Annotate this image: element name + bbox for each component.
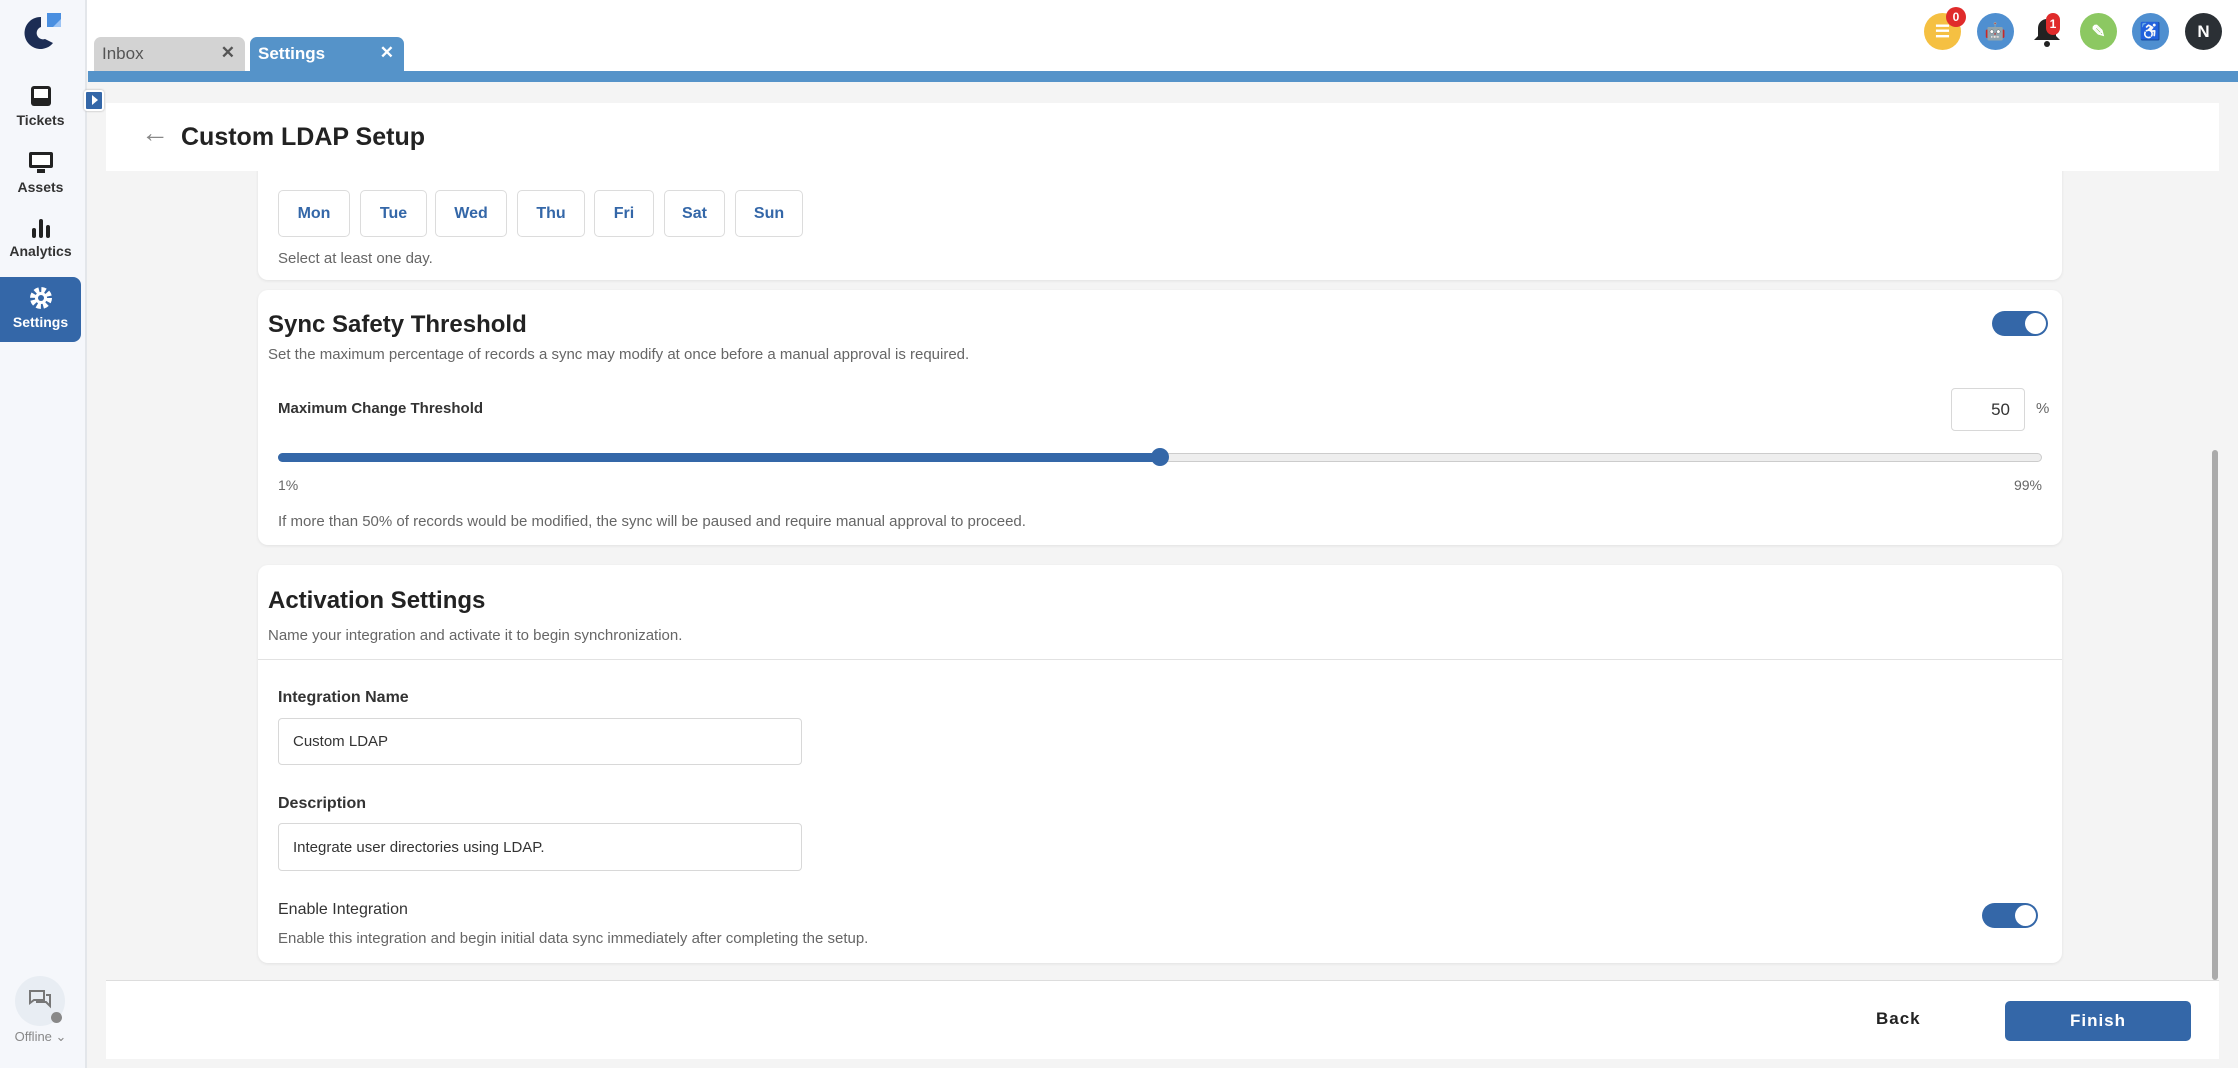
threshold-input[interactable]: 50 xyxy=(1951,388,2025,431)
section-title: Sync Safety Threshold xyxy=(268,311,527,338)
bot-button[interactable]: 🤖 xyxy=(1977,13,2014,50)
threshold-label: Maximum Change Threshold xyxy=(278,400,484,417)
notifications-button[interactable]: 1 xyxy=(2028,13,2065,50)
back-arrow-icon[interactable]: ← xyxy=(141,117,169,149)
tasks-badge: 0 xyxy=(1946,7,1966,27)
monitor-icon xyxy=(28,152,53,173)
avatar-initial: N xyxy=(2197,21,2210,41)
enable-integration-label: Enable Integration xyxy=(278,901,408,918)
activation-card: Activation Settings Name your integratio… xyxy=(258,565,2062,963)
tab-label: Settings xyxy=(258,44,326,63)
robot-icon: 🤖 xyxy=(1984,21,2007,41)
chat-status-button[interactable] xyxy=(15,976,65,1026)
inbox-icon xyxy=(30,86,51,106)
threshold-slider[interactable] xyxy=(278,448,2042,466)
user-avatar[interactable]: N xyxy=(2185,13,2222,50)
sidebar-item-label: Settings xyxy=(12,314,69,330)
top-bar xyxy=(87,0,2238,71)
description-input[interactable]: Integrate user directories using LDAP. xyxy=(278,823,802,871)
chat-icon xyxy=(29,990,51,1009)
learning-button[interactable]: ♿ xyxy=(2132,13,2169,50)
close-icon[interactable]: ✕ xyxy=(380,43,394,63)
sidebar-item-label: Analytics xyxy=(9,243,72,259)
sidebar-item-analytics[interactable]: Analytics xyxy=(0,217,81,259)
section-description: Name your integration and activate it to… xyxy=(268,627,683,644)
tab-settings[interactable]: Settings ✕ xyxy=(250,37,404,71)
app-logo xyxy=(24,13,61,49)
divider xyxy=(258,659,2062,660)
description-label: Description xyxy=(278,795,367,812)
close-icon[interactable]: ✕ xyxy=(221,43,235,63)
offline-dot-icon xyxy=(51,1012,62,1023)
percent-unit: % xyxy=(2036,400,2050,417)
notifications-badge: 1 xyxy=(2046,13,2060,35)
sidebar-item-label: Tickets xyxy=(16,112,65,128)
days-hint: Select at least one day. xyxy=(278,250,433,267)
sidebar: Tickets Assets Analytics Settings Offlin… xyxy=(0,0,87,1068)
sync-safety-card: Sync Safety Threshold Set the maximum pe… xyxy=(258,290,2062,545)
enable-integration-toggle[interactable] xyxy=(1982,903,2038,928)
integration-name-input[interactable]: Custom LDAP xyxy=(278,718,802,765)
enable-integration-description: Enable this integration and begin initia… xyxy=(278,930,869,947)
pencil-icon: ✎ xyxy=(2091,21,2106,41)
threshold-note: If more than 50% of records would be mod… xyxy=(278,513,1026,530)
day-wed-button[interactable]: Wed xyxy=(435,190,507,237)
day-tue-button[interactable]: Tue xyxy=(360,190,427,237)
reader-icon: ♿ xyxy=(2139,21,2162,41)
page-header: ← Custom LDAP Setup xyxy=(106,103,2219,171)
tab-label: Inbox xyxy=(102,44,144,63)
slider-thumb[interactable] xyxy=(1151,448,1169,466)
slider-max-label: 99% xyxy=(2013,477,2042,493)
clipboard-clock-icon: ☰ xyxy=(1934,21,1951,41)
gear-icon xyxy=(29,287,52,309)
section-title: Activation Settings xyxy=(268,587,486,614)
sidebar-toggle-button[interactable] xyxy=(84,90,104,111)
edit-button[interactable]: ✎ xyxy=(2080,13,2117,50)
slider-fill xyxy=(278,453,1159,462)
section-description: Set the maximum percentage of records a … xyxy=(268,346,970,363)
day-thu-button[interactable]: Thu xyxy=(517,190,585,237)
tab-bar xyxy=(88,71,2238,82)
page-title: Custom LDAP Setup xyxy=(181,123,425,151)
day-fri-button[interactable]: Fri xyxy=(594,190,654,237)
day-mon-button[interactable]: Mon xyxy=(278,190,350,237)
integration-name-label: Integration Name xyxy=(278,689,409,706)
sidebar-item-label: Assets xyxy=(17,179,64,195)
scrollbar[interactable] xyxy=(2212,450,2218,980)
sidebar-item-tickets[interactable]: Tickets xyxy=(0,84,81,128)
footer: Back Finish xyxy=(106,980,2219,1059)
finish-button[interactable]: Finish xyxy=(2005,1001,2191,1041)
slider-min-label: 1% xyxy=(278,477,299,493)
tasks-button[interactable]: ☰ 0 xyxy=(1924,7,1966,50)
sync-safety-toggle[interactable] xyxy=(1992,311,2048,336)
status-dropdown[interactable]: Offline ⌄ xyxy=(0,1029,81,1045)
back-button[interactable]: Back xyxy=(1876,1009,1921,1029)
day-sat-button[interactable]: Sat xyxy=(664,190,725,237)
day-sun-button[interactable]: Sun xyxy=(735,190,803,237)
tab-inbox[interactable]: Inbox ✕ xyxy=(94,37,245,71)
caret-right-icon xyxy=(92,95,98,105)
bar-chart-icon xyxy=(31,219,50,238)
sidebar-item-assets[interactable]: Assets xyxy=(0,151,81,195)
sidebar-item-settings[interactable]: Settings xyxy=(0,277,81,342)
